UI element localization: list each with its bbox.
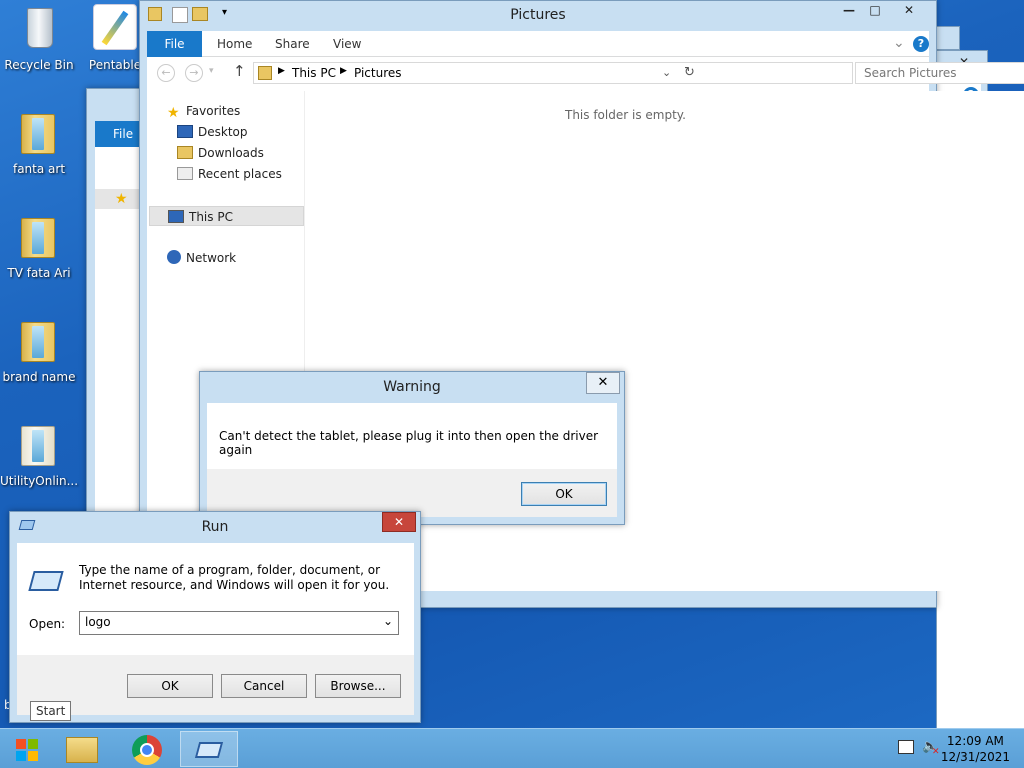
desktop-icon-label: UtilityOnlin... (0, 474, 79, 488)
search-input[interactable]: Search Pictures ⌕ (855, 62, 1024, 84)
address-bar[interactable]: ▶ This PC ▶ Pictures ⌄ ↻ (253, 62, 853, 84)
desktop-icon-label: TV fata Ari (7, 266, 71, 280)
close-icon[interactable]: ✕ (586, 372, 620, 394)
dialog-titlebar[interactable]: Warning ✕ (200, 372, 624, 402)
background-explorer-window[interactable]: File ★ (86, 88, 147, 529)
run-dialog[interactable]: Run ✕ Type the name of a program, folder… (9, 511, 421, 723)
nav-label: This PC (189, 210, 233, 224)
warning-dialog[interactable]: Warning ✕ Can't detect the tablet, pleas… (199, 371, 625, 525)
folder-icon (17, 420, 61, 470)
desktop-icon-tv-fata-ari[interactable]: TV fata Ari (0, 212, 78, 280)
close-icon[interactable]: ✕ (886, 1, 932, 21)
taskbar-file-explorer[interactable] (56, 731, 106, 767)
dialog-message: Can't detect the tablet, please plug it … (219, 429, 599, 457)
chevron-down-icon[interactable]: ⌄ (383, 614, 393, 628)
ribbon-tabs: File Home Share View ⌄ ? (147, 31, 929, 57)
folder-icon (17, 108, 61, 158)
desktop-icon-label: fanta art (12, 162, 66, 176)
desktop-icon-label: Recycle Bin (4, 58, 74, 72)
taskbar-chrome[interactable] (122, 731, 172, 767)
file-explorer-icon (66, 737, 98, 763)
muted-x-icon: ✕ (932, 747, 940, 757)
cancel-button[interactable]: Cancel (221, 674, 307, 698)
network-icon (167, 250, 181, 264)
tab-file[interactable]: File (95, 121, 143, 147)
tab-file[interactable]: File (147, 31, 202, 57)
star-icon: ★ (115, 191, 128, 207)
pictures-folder-icon (258, 66, 272, 80)
taskbar-run[interactable] (180, 731, 238, 767)
chrome-icon (132, 735, 162, 765)
computer-icon (168, 210, 184, 223)
start-button[interactable] (6, 731, 50, 767)
run-icon (194, 742, 224, 758)
help-icon[interactable]: ? (913, 36, 929, 52)
recent-locations-icon[interactable]: ▾ (209, 66, 214, 76)
recent-places-icon (177, 167, 193, 180)
breadcrumb-pictures[interactable]: Pictures (354, 66, 402, 80)
breadcrumb-separator-icon[interactable]: ▶ (278, 66, 285, 76)
window-title: Pictures (510, 7, 566, 23)
tab-share[interactable]: Share (275, 31, 310, 57)
nav-label: Network (186, 251, 237, 265)
browse-button[interactable]: Browse... (315, 674, 401, 698)
nav-label: Downloads (198, 146, 264, 160)
tab-view[interactable]: View (333, 31, 361, 57)
pentable-app-icon (93, 4, 137, 54)
desktop-icon (177, 125, 193, 138)
open-input-value[interactable]: logo (85, 615, 111, 629)
clock-time: 12:09 AM (946, 734, 1004, 748)
desktop-icon-brand-name[interactable]: brand name (0, 316, 78, 384)
empty-folder-message: This folder is empty. (565, 108, 686, 122)
nav-label: Recent places (198, 167, 282, 181)
address-row: ← → ▾ ↑ ▶ This PC ▶ Pictures ⌄ ↻ Search … (147, 57, 1024, 91)
network-tray-icon[interactable] (898, 740, 914, 754)
recycle-bin-icon (17, 4, 61, 54)
back-icon[interactable]: ← (157, 64, 175, 82)
downloads-folder-icon (177, 146, 193, 159)
nav-this-pc[interactable]: This PC (149, 206, 304, 226)
refresh-icon[interactable]: ↻ (684, 65, 695, 80)
explorer-titlebar[interactable]: ▾ Pictures — □ ✕ (140, 1, 936, 31)
clock[interactable]: 12:09 AM 12/31/2021 (941, 733, 1010, 765)
breadcrumb-this-pc[interactable]: This PC (292, 66, 336, 80)
close-icon[interactable]: ✕ (382, 512, 416, 532)
open-combobox[interactable]: logo ⌄ (79, 611, 399, 635)
nav-recent-places[interactable]: Recent places (177, 164, 282, 184)
nav-favorites[interactable]: ★ Favorites (167, 101, 240, 121)
nav-label: Desktop (198, 125, 248, 139)
taskbar: 🔈 ✕ 12:09 AM 12/31/2021 (0, 728, 1024, 768)
up-arrow-icon[interactable]: ↑ (233, 62, 246, 80)
folder-icon (17, 316, 61, 366)
desktop-icon-label: brand name (2, 370, 76, 384)
ok-button[interactable]: OK (127, 674, 213, 698)
address-dropdown-icon[interactable]: ⌄ (662, 66, 671, 79)
clock-date: 12/31/2021 (940, 750, 1010, 764)
expand-ribbon-icon[interactable]: ⌄ (893, 35, 905, 51)
forward-icon[interactable]: → (185, 64, 203, 82)
open-label: Open: (29, 617, 66, 631)
nav-downloads[interactable]: Downloads (177, 143, 264, 163)
run-program-icon (28, 571, 64, 591)
breadcrumb-separator-icon[interactable]: ▶ (340, 66, 347, 76)
dialog-title: Warning (383, 379, 441, 395)
desktop-icon-recycle-bin[interactable]: Recycle Bin (0, 4, 78, 72)
start-tooltip: Start (30, 701, 72, 721)
tab-home[interactable]: Home (217, 31, 252, 57)
nav-network[interactable]: Network (167, 248, 236, 268)
nav-desktop[interactable]: Desktop (177, 122, 248, 142)
search-placeholder: Search Pictures (864, 66, 957, 80)
nav-label: Favorites (186, 104, 241, 118)
folder-icon (17, 212, 61, 262)
ok-button[interactable]: OK (521, 482, 607, 506)
desktop-icon-utilityonline[interactable]: UtilityOnlin... (0, 420, 78, 488)
run-titlebar[interactable]: Run ✕ (10, 512, 420, 542)
star-icon: ★ (167, 105, 180, 121)
dialog-title: Run (201, 519, 229, 535)
desktop-icon-fanta-art[interactable]: fanta art (0, 108, 78, 176)
run-description: Type the name of a program, folder, docu… (79, 563, 390, 592)
